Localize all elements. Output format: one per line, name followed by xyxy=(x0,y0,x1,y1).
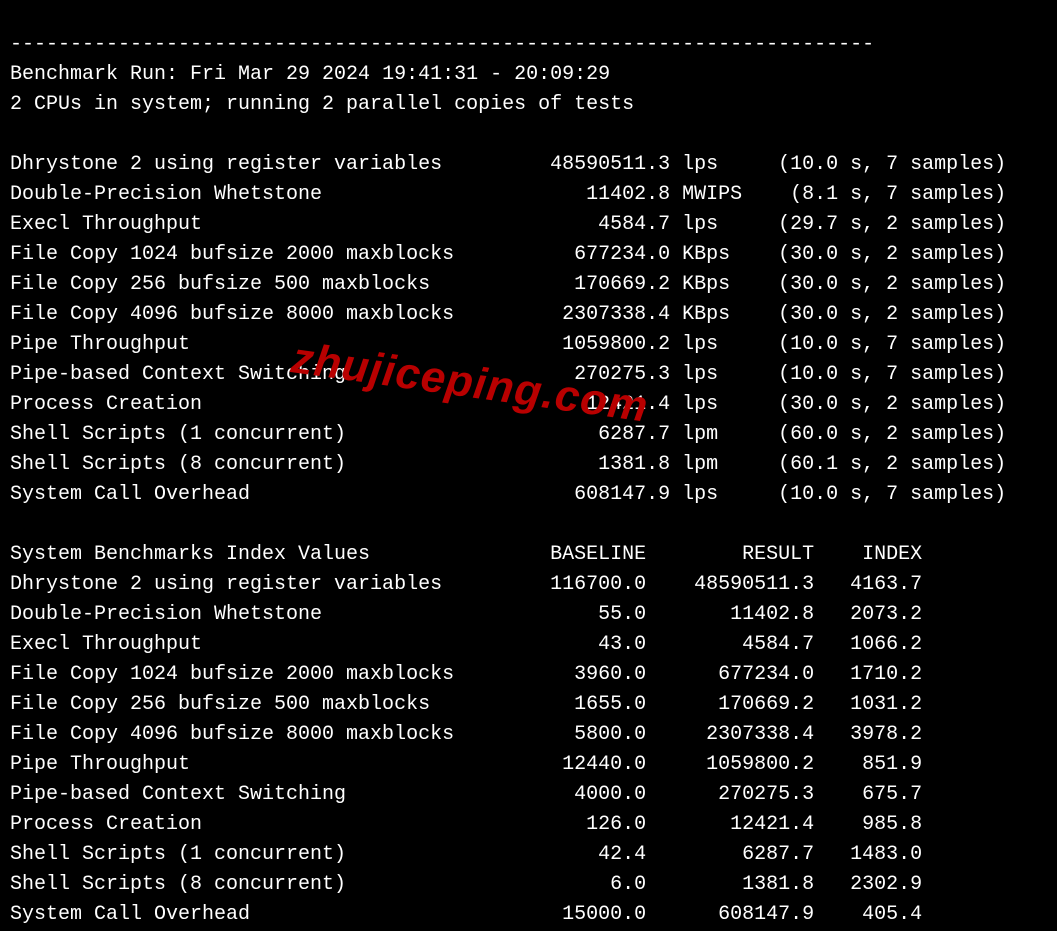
terminal-output: ----------------------------------------… xyxy=(0,0,1057,931)
tests-block: Dhrystone 2 using register variables 485… xyxy=(10,153,1006,506)
benchmark-run-line: Benchmark Run: Fri Mar 29 2024 19:41:31 … xyxy=(10,63,610,86)
cpu-info-line: 2 CPUs in system; running 2 parallel cop… xyxy=(10,93,634,116)
index-block: System Benchmarks Index Values BASELINE … xyxy=(10,543,922,926)
benchmark-run-time: Fri Mar 29 2024 19:41:31 - 20:09:29 xyxy=(190,63,610,86)
separator-line: ----------------------------------------… xyxy=(10,33,874,56)
benchmark-run-prefix: Benchmark Run: xyxy=(10,63,190,86)
